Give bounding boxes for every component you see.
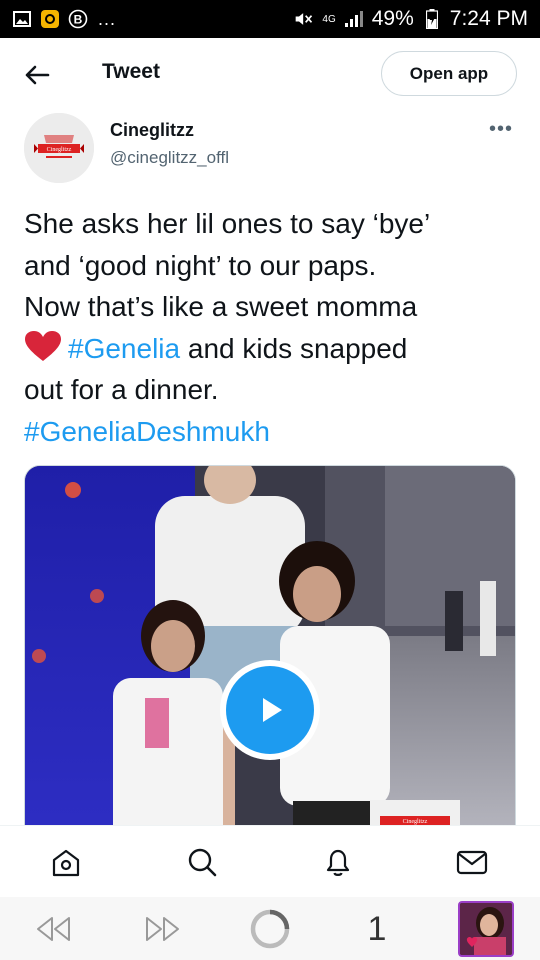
tab-count[interactable]: 1 [362, 909, 392, 949]
page-title: Tweet [102, 60, 160, 83]
tweet-line: She asks her lil ones to say ‘bye’ [24, 208, 431, 239]
tweet-line: #Genelia and kids snapped [24, 328, 524, 370]
browser-forward-button[interactable] [140, 909, 184, 949]
video-thumbnail[interactable]: Cineglitzz [24, 465, 516, 845]
search-icon [188, 848, 217, 877]
author-handle[interactable]: @cineglitzz_offl [110, 148, 229, 168]
battery-icon [422, 9, 442, 29]
more-options-button[interactable]: ••• [489, 118, 513, 141]
rewind-icon [37, 917, 70, 941]
notifications-icon [326, 849, 350, 876]
author-name[interactable]: Cineglitzz [110, 120, 194, 141]
loading-spinner-icon [250, 909, 290, 949]
avatar-logo-text: Cineglitzz [47, 147, 72, 153]
more-notifications-indicator: ... [98, 8, 117, 29]
messages-tab[interactable] [454, 844, 490, 880]
fast-forward-icon [146, 917, 179, 941]
network-type: 4G [322, 13, 336, 25]
search-tab[interactable] [184, 844, 220, 880]
video-frame-image: Cineglitzz [25, 466, 515, 844]
play-icon [263, 698, 282, 722]
tweet-header: Tweet Open app [0, 38, 540, 110]
cineglitzz-logo: Cineglitzz [24, 113, 94, 183]
play-button[interactable] [220, 660, 320, 760]
tweet-line-tail: and kids snapped [180, 332, 408, 364]
signal-icon [344, 9, 364, 29]
profile-thumbnail-image [460, 903, 512, 955]
battery-percent: 49% [371, 7, 414, 30]
tweet-text: She asks her lil ones to say ‘bye’ and ‘… [24, 203, 524, 452]
browser-profile-thumbnail[interactable] [458, 901, 514, 957]
back-arrow-icon [25, 65, 50, 85]
back-button[interactable] [20, 58, 54, 92]
status-bar: B ... 4G 49% 7:24 PM [0, 0, 540, 38]
red-heart-emoji-icon [25, 330, 61, 361]
tweet-line: and ‘good night’ to our paps. [24, 249, 377, 281]
gallery-notification-icon [12, 9, 32, 29]
bottom-navigation [0, 825, 540, 897]
b-notification-icon: B [68, 9, 88, 29]
tweet-line: out for a dinner. [24, 374, 219, 405]
hashtag-link-genelia[interactable]: #Genelia [68, 333, 180, 364]
tweet-line: Now that’s like a sweet momma [24, 291, 418, 322]
author-avatar[interactable]: Cineglitzz [24, 113, 94, 183]
notifications-tab[interactable] [320, 844, 356, 880]
open-app-button[interactable]: Open app [381, 51, 517, 96]
app-notification-icon [40, 9, 60, 29]
mute-icon [294, 9, 314, 29]
home-tab[interactable] [48, 844, 84, 880]
svg-text:B: B [74, 13, 83, 27]
browser-back-button[interactable] [32, 909, 76, 949]
hashtag-link-geneliadeshmukh[interactable]: #GeneliaDeshmukh [24, 411, 524, 453]
messages-icon [456, 850, 488, 875]
loading-button[interactable] [248, 909, 292, 949]
clock: 7:24 PM [449, 7, 528, 30]
home-icon [52, 849, 80, 877]
